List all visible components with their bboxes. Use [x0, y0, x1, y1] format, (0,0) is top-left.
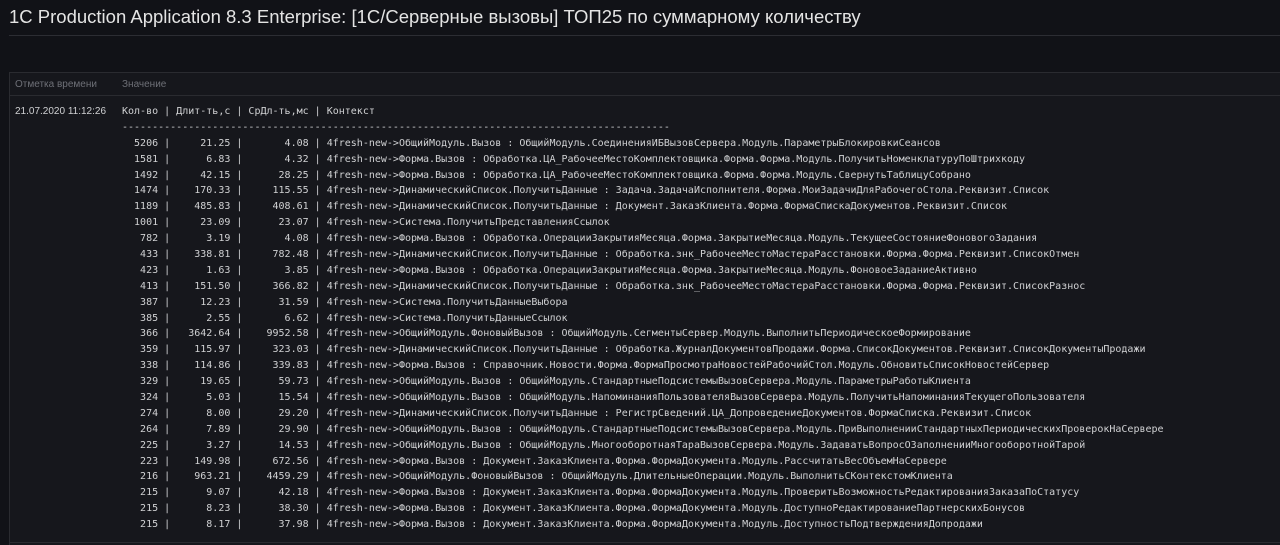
value-cell: Кол-во | Длит-ть,с | СрДл-ть,мс | Контек…	[122, 104, 1164, 533]
value-header-line: Кол-во | Длит-ть,с | СрДл-ть,мс | Контек…	[122, 106, 375, 117]
value-row-line: 1001 | 23.09 | 23.07 | 4fresh-new->Систе…	[122, 217, 610, 229]
value-row-line: 413 | 151.50 | 366.82 | 4fresh-new->Дина…	[122, 280, 1086, 292]
value-row-line: 324 | 5.03 | 15.54 | 4fresh-new->ОбщийМо…	[122, 392, 1086, 404]
table-panel: Отметка времени Значение 21.07.2020 11:1…	[9, 72, 1280, 545]
page-title: 1C Production Application 8.3 Enterprise…	[9, 6, 861, 27]
value-row-line: 1492 | 42.15 | 28.25 | 4fresh-new->Форма…	[122, 169, 971, 181]
value-row-line: 366 | 3642.64 | 9952.58 | 4fresh-new->Об…	[122, 328, 971, 340]
table-header: Отметка времени Значение	[10, 73, 1280, 96]
value-row-line: 223 | 149.98 | 672.56 | 4fresh-new->Форм…	[122, 455, 947, 467]
value-row-line: 433 | 338.81 | 782.48 | 4fresh-new->Дина…	[122, 249, 1080, 261]
value-row-line: 215 | 9.07 | 42.18 | 4fresh-new->Форма.В…	[122, 487, 1080, 499]
timestamp-cell: 21.07.2020 11:12:26	[15, 106, 107, 117]
value-row-line: 387 | 12.23 | 31.59 | 4fresh-new->Систем…	[122, 296, 568, 308]
table-bottom-border	[10, 542, 1280, 543]
value-row-line: 274 | 8.00 | 29.20 | 4fresh-new->Динамич…	[122, 407, 1032, 419]
value-row-line: 215 | 8.23 | 38.30 | 4fresh-new->Форма.В…	[122, 503, 1026, 515]
value-row-line: 216 | 963.21 | 4459.29 | 4fresh-new->Общ…	[122, 471, 953, 483]
title-divider	[9, 35, 1280, 36]
value-row-line: 385 | 2.55 | 6.62 | 4fresh-new->Система.…	[122, 312, 568, 324]
value-row-line: 1189 | 485.83 | 408.61 | 4fresh-new->Дин…	[122, 201, 1008, 213]
value-row-line: 359 | 115.97 | 323.03 | 4fresh-new->Дина…	[122, 344, 1146, 356]
value-row-line: 1474 | 170.33 | 115.55 | 4fresh-new->Дин…	[122, 185, 1050, 197]
value-row-line: 5206 | 21.25 | 4.08 | 4fresh-new->ОбщийМ…	[122, 137, 941, 149]
value-row-line: 782 | 3.19 | 4.08 | 4fresh-new->Форма.Вы…	[122, 233, 1038, 245]
column-header-value[interactable]: Значение	[122, 79, 166, 90]
value-row-line: 329 | 19.65 | 59.73 | 4fresh-new->ОбщийМ…	[122, 376, 971, 388]
value-row-line: 225 | 3.27 | 14.53 | 4fresh-new->ОбщийМо…	[122, 439, 1086, 451]
value-row-line: 215 | 8.17 | 37.98 | 4fresh-new->Форма.В…	[122, 519, 983, 531]
value-row-line: 338 | 114.86 | 339.83 | 4fresh-new->Форм…	[122, 360, 1050, 372]
column-header-time[interactable]: Отметка времени	[15, 79, 97, 90]
value-row-line: 264 | 7.89 | 29.90 | 4fresh-new->ОбщийМо…	[122, 423, 1164, 435]
value-separator-line: ----------------------------------------…	[122, 121, 670, 133]
value-row-line: 1581 | 6.83 | 4.32 | 4fresh-new->Форма.В…	[122, 153, 1026, 165]
value-row-line: 423 | 1.63 | 3.85 | 4fresh-new->Форма.Вы…	[122, 264, 977, 276]
